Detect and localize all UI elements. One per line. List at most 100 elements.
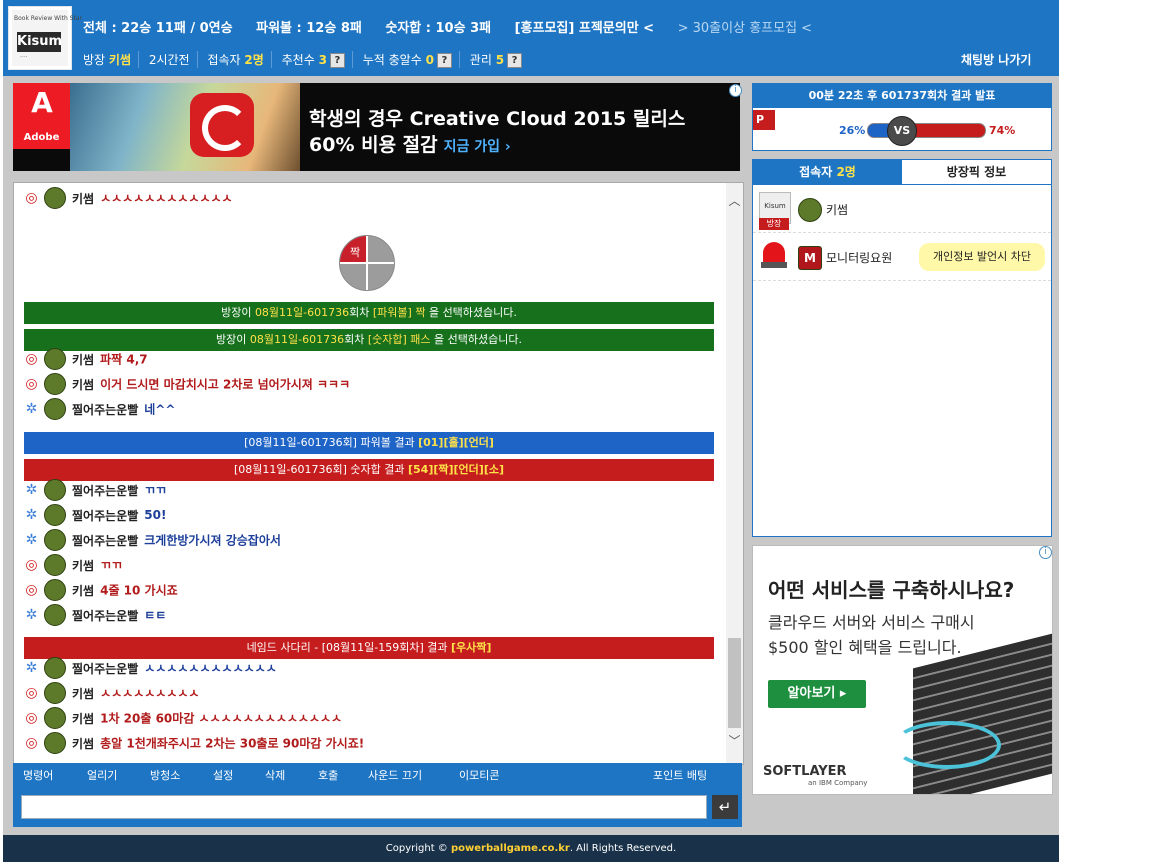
toolbar-call[interactable]: 호출 (318, 767, 338, 783)
user-avatar[interactable] (44, 682, 66, 704)
accum-count: 누적 충알수 0? (363, 51, 460, 68)
stat-promo: > 30출이상 홍프모집 < (677, 21, 813, 36)
accum-label: 누적 충알수 (362, 53, 422, 67)
tab-owner-picks[interactable]: 방장픽 정보 (902, 160, 1051, 185)
scroll-thumb[interactable] (728, 638, 741, 728)
rank-red-icon: ◎ (25, 684, 38, 701)
users-panel: 접속자 2명 방장픽 정보 Kisum 방장 키썸 M 모니터링요원 개인정보 … (752, 159, 1052, 537)
toolbar-freeze[interactable]: 얼리기 (87, 767, 117, 783)
ad-info-icon[interactable]: i (729, 84, 742, 97)
message-user[interactable]: 찔어주는운빨 (72, 534, 138, 548)
manage-label: 관리 (469, 53, 492, 67)
toolbar-sound-off[interactable]: 사운드 끄기 (368, 767, 422, 783)
chat-message: ✲ 찔어주는운빨 ㅌㅌ (24, 604, 166, 626)
footer-site-link[interactable]: powerballgame.co.kr (451, 843, 570, 854)
message-user[interactable]: 키썸 (72, 192, 94, 206)
message-user[interactable]: 키썸 (72, 687, 94, 701)
logo-name: Kisum (17, 32, 62, 52)
toolbar-point-bet[interactable]: 포인트 배팅 (653, 767, 707, 783)
rank-red-icon: ◎ (25, 556, 38, 573)
ad-side-line3: $500 할인 혜택을 드립니다. (768, 638, 962, 657)
toolbar-settings[interactable]: 설정 (213, 767, 233, 783)
user-avatar[interactable] (44, 657, 66, 679)
user-avatar[interactable] (44, 398, 66, 420)
message-user[interactable]: 키썸 (72, 378, 94, 392)
monitor-level-icon: M (798, 246, 822, 270)
owner-name: 키썸 (108, 53, 132, 67)
message-user[interactable]: 키썸 (72, 353, 94, 367)
room-owner: 방장 키썸 (83, 51, 140, 68)
user-avatar[interactable] (44, 187, 66, 209)
rank-red-icon: ◎ (25, 709, 38, 726)
message-text: 이거 드시면 마감치시고 2차로 넘어가시져 ㅋㅋㅋ (100, 377, 351, 392)
footer-prefix: Copyright © (385, 843, 451, 854)
system-banner: 네임드 사다리 - [08월11일-159회차] 결과 [우사짝] (24, 637, 714, 659)
user-avatar[interactable] (44, 554, 66, 576)
ad-side-cta-button[interactable]: 알아보기 ▸ (768, 680, 866, 708)
message-user[interactable]: 찔어주는운빨 (72, 662, 138, 676)
user-row-owner[interactable]: Kisum 방장 키썸 (753, 186, 1051, 233)
user-avatar[interactable] (44, 373, 66, 395)
user-avatar[interactable] (44, 579, 66, 601)
ad-cta-link[interactable]: 지금 가입 › (444, 139, 511, 155)
chat-message: ✲ 찔어주는운빨 네^^ (24, 398, 175, 420)
ad-banner-side[interactable]: 어떤 서비스를 구축하시나요? 클라우드 서버와 서비스 구매시 $500 할인… (752, 545, 1053, 795)
ad-banner-top[interactable]: A Adobe 학생의 경우 Creative Cloud 2015 릴리스 6… (13, 83, 740, 171)
banner-text: 회차 (349, 306, 373, 319)
room-info-bar: 방장 키썸 2시간전 접속자 2명 추천수 3? 누적 충알수 0? 관리 5? (83, 51, 535, 68)
message-user[interactable]: 찔어주는운빨 (72, 609, 138, 623)
message-user[interactable]: 키썸 (72, 737, 94, 751)
user-avatar[interactable] (44, 529, 66, 551)
accum-help-icon[interactable]: ? (436, 53, 452, 68)
room-logo[interactable]: Book Review With Star Kisum ···· (8, 6, 82, 70)
softlayer-sub: an IBM Company (808, 779, 868, 787)
banner-text: 을 선택하셨습니다. (425, 306, 517, 319)
toolbar-clear[interactable]: 방청소 (150, 767, 180, 783)
toolbar-delete[interactable]: 삭제 (265, 767, 285, 783)
logo-tagline: Book Review With Star (14, 15, 82, 22)
user-row-monitor[interactable]: M 모니터링요원 개인정보 발언시 차단 (753, 234, 1051, 281)
message-user[interactable]: 찔어주는운빨 (72, 509, 138, 523)
user-avatar[interactable] (44, 504, 66, 526)
message-user[interactable]: 키썸 (72, 584, 94, 598)
vs-icon: VS (887, 116, 917, 146)
banner-text: 을 선택하셨습니다. (430, 333, 522, 346)
recommend-help-icon[interactable]: ? (329, 53, 345, 68)
message-user[interactable]: 찔어주는운빨 (72, 484, 138, 498)
user-avatar[interactable] (44, 732, 66, 754)
message-text: 4줄 10 가시죠 (100, 583, 178, 598)
vote-bar (867, 123, 986, 138)
chat-scrollbar[interactable]: ︿ ﹀ (726, 183, 743, 764)
user-avatar[interactable] (44, 348, 66, 370)
recommend-label: 추천수 (281, 53, 315, 67)
user-avatar[interactable] (44, 479, 66, 501)
message-user[interactable]: 키썸 (72, 712, 94, 726)
user-avatar[interactable] (44, 604, 66, 626)
toolbar-command[interactable]: 명령어 (23, 767, 53, 783)
message-user[interactable]: 찔어주는운빨 (72, 403, 138, 417)
chat-input[interactable] (21, 795, 707, 819)
user-avatar[interactable] (44, 707, 66, 729)
block-warning-tip: 개인정보 발언시 차단 (919, 243, 1045, 271)
toolbar-emoticon[interactable]: 이모티콘 (459, 767, 499, 783)
banner-text: 네임드 사다리 - [08월11일-159회차] 결과 (246, 641, 451, 654)
scroll-up-icon[interactable]: ︿ (728, 195, 741, 208)
recommend-count: 추천수 3? (282, 51, 353, 68)
chat-message: ✲ 찔어주는운빨 ㅅㅅㅅㅅㅅㅅㅅㅅㅅㅅㅅㅅ (24, 657, 277, 679)
ad-info-icon[interactable]: i (1039, 546, 1052, 559)
chat-input-area: ↵ (13, 789, 742, 827)
adobe-logo: A Adobe (13, 83, 70, 149)
tab-users-count: 2명 (836, 165, 856, 179)
scroll-down-icon[interactable]: ﹀ (728, 735, 741, 748)
manage-help-icon[interactable]: ? (507, 53, 523, 68)
exit-chatroom-link[interactable]: 채팅방 나가기 (961, 51, 1031, 68)
user-level-icon (798, 198, 822, 222)
chat-log[interactable]: 짝 ◎ 키썸 ㅅㅅㅅㅅㅅㅅㅅㅅㅅㅅㅅㅅ 방장이 08월11일-601736회차 [파워… (13, 182, 744, 765)
ad-subline: 60% 비용 절감 지금 가입 › (309, 130, 511, 157)
message-text: ㅌㅌ (144, 608, 167, 623)
tab-online-users[interactable]: 접속자 2명 (753, 160, 902, 185)
send-button[interactable]: ↵ (712, 795, 738, 819)
softlayer-logo: SOFTLAYER (763, 764, 847, 779)
online-count: 접속자 2명 (207, 51, 272, 68)
message-user[interactable]: 키썸 (72, 559, 94, 573)
